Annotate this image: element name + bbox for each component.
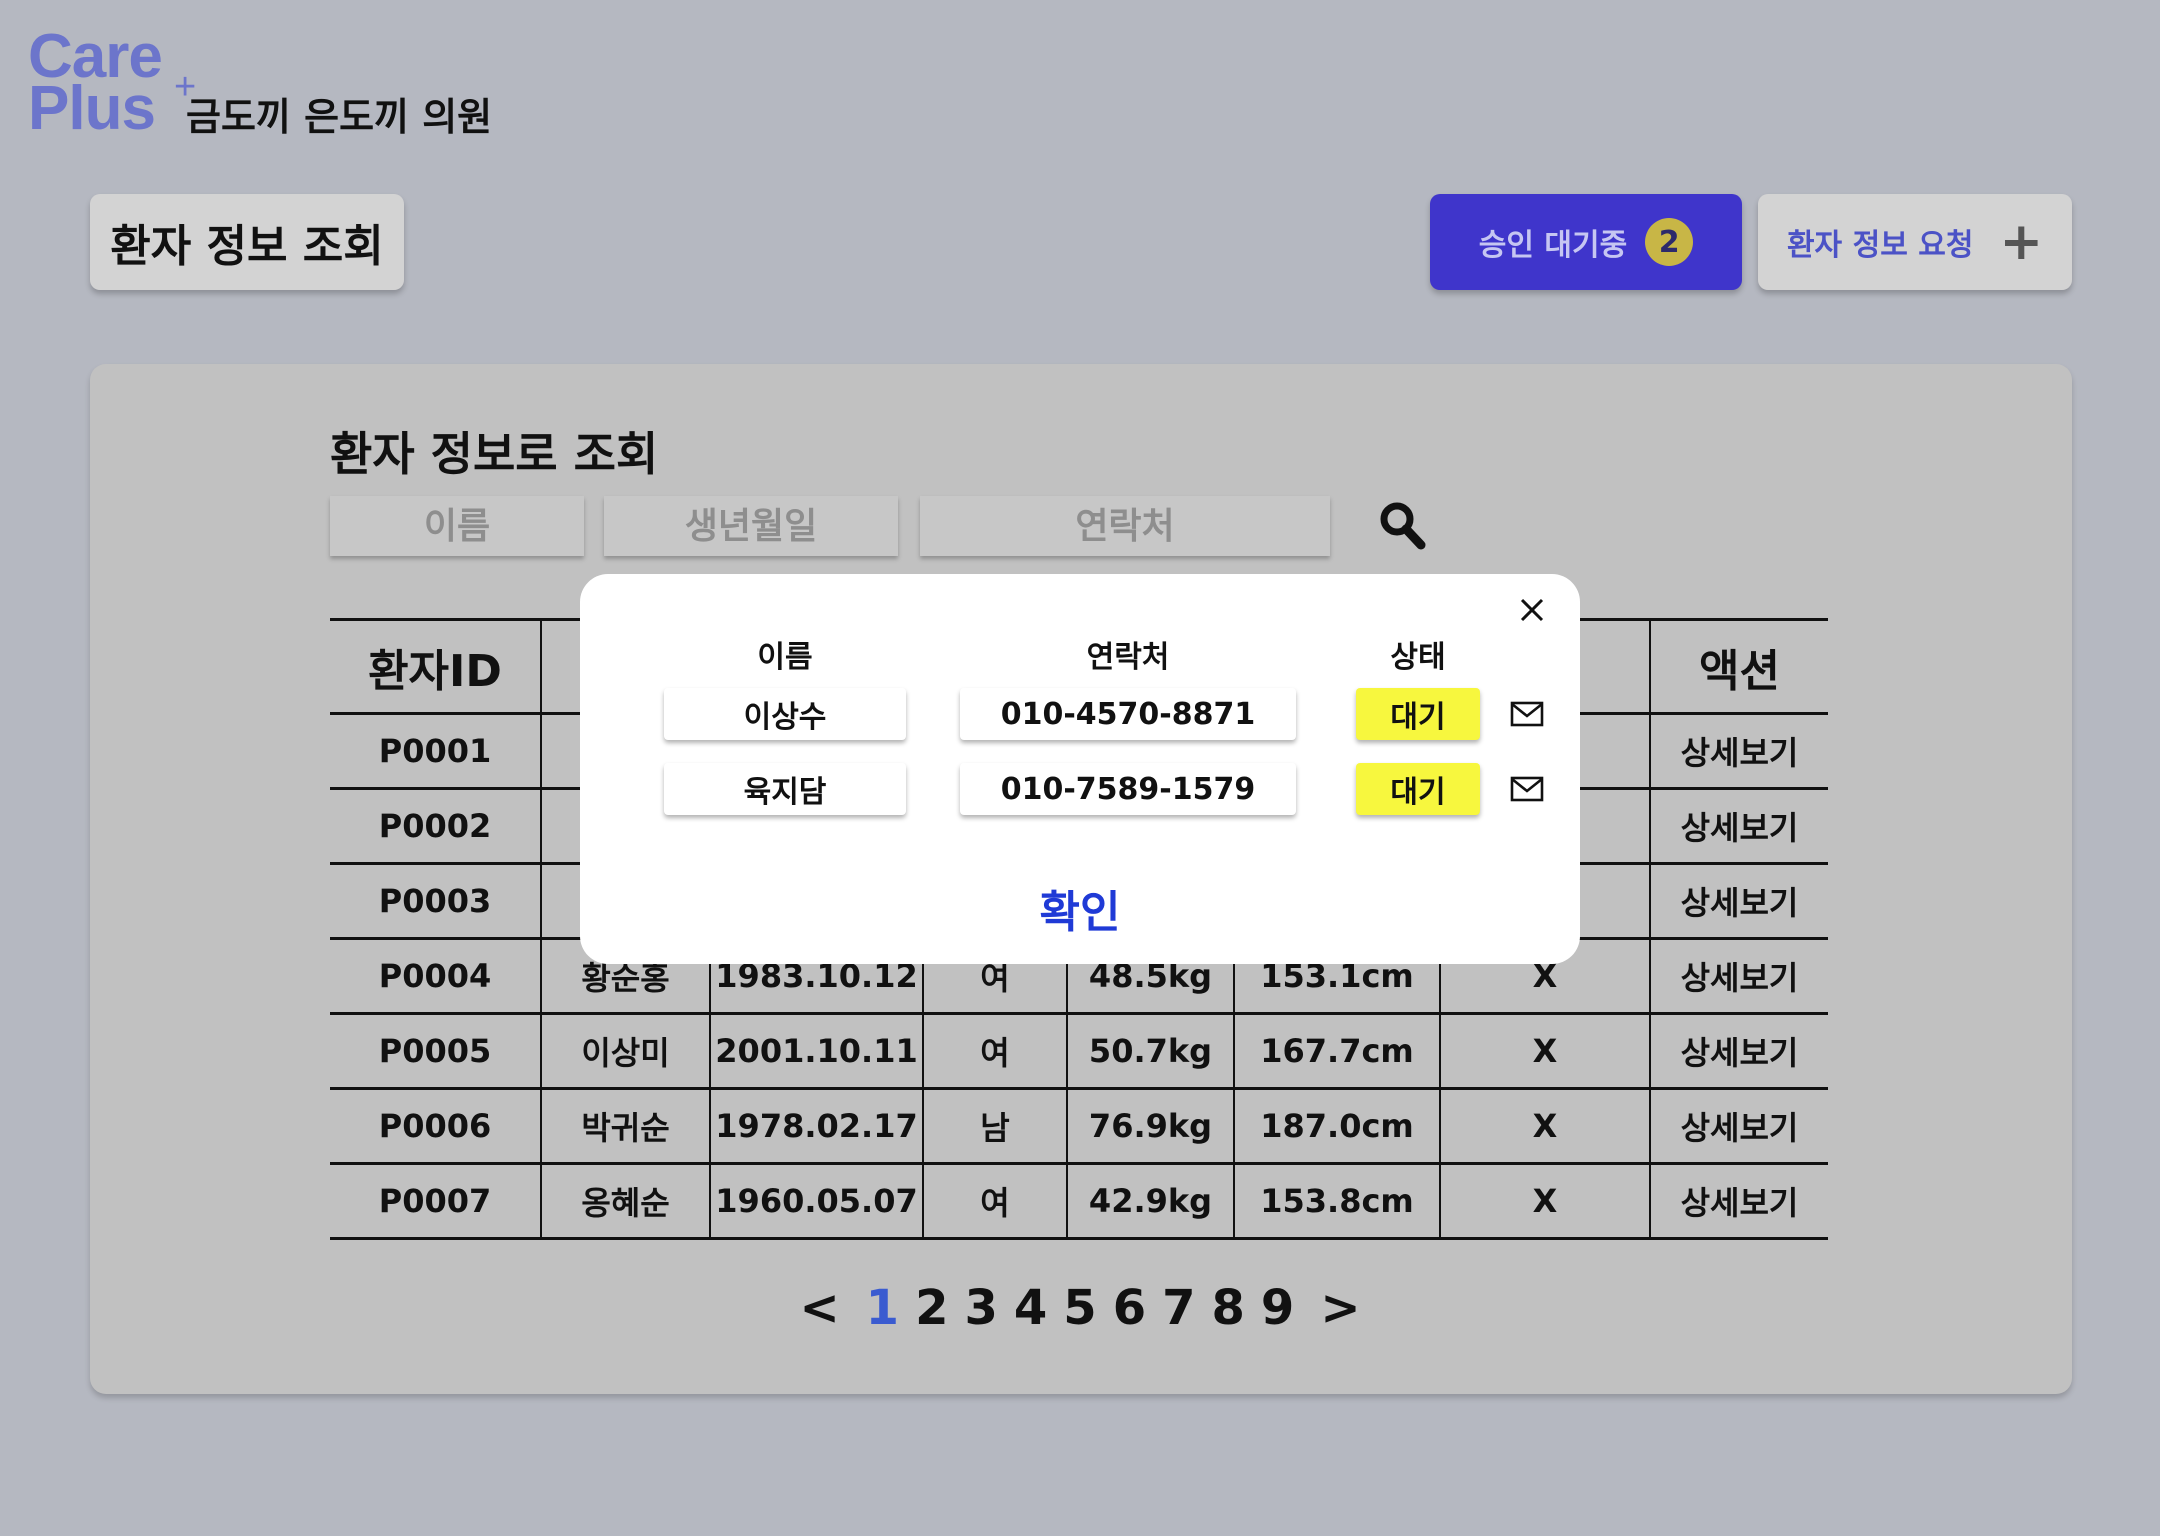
table-row: P0007 옹혜순 1960.05.07 여 42.9kg 153.8cm X … [330,1162,1828,1240]
table-cell: 이상미 [540,1012,711,1090]
table-row: P0006 박귀순 1978.02.17 남 76.9kg 187.0cm X … [330,1087,1828,1165]
column-header: 액션 [1649,618,1828,715]
request-patient-info-label: 환자 정보 요청 [1786,228,1974,263]
close-icon[interactable] [1512,590,1552,630]
search-icon[interactable] [1378,500,1426,550]
request-name: 육지담 [664,763,906,815]
table-cell: P0005 [330,1012,542,1090]
table-cell: 2001.10.11 [709,1012,924,1090]
page-number[interactable]: 8 [1208,1280,1249,1336]
table-cell: 남 [922,1087,1068,1165]
page-number[interactable]: 2 [911,1280,952,1336]
page-number[interactable]: 9 [1257,1280,1298,1336]
table-cell: 187.0cm [1233,1087,1441,1165]
detail-link[interactable]: 상세보기 [1649,937,1828,1015]
request-name: 이상수 [664,688,906,740]
pagination: < 1 2 3 4 5 6 7 8 9 > [0,1280,2160,1336]
page-number[interactable]: 6 [1109,1280,1150,1336]
detail-link[interactable]: 상세보기 [1649,787,1828,865]
table-row: P0005 이상미 2001.10.11 여 50.7kg 167.7cm X … [330,1012,1828,1090]
page-number[interactable]: 4 [1010,1280,1051,1336]
request-phone: 010-4570-8871 [960,688,1296,740]
page-number[interactable]: 5 [1059,1280,1100,1336]
pending-count-badge: 2 [1645,218,1694,266]
table-cell: 여 [922,1162,1068,1240]
detail-link[interactable]: 상세보기 [1649,1012,1828,1090]
mail-icon[interactable] [1510,701,1544,727]
table-cell: 여 [922,1012,1068,1090]
table-cell: P0007 [330,1162,542,1240]
modal-header-name: 이름 [757,640,813,675]
page-number[interactable]: 7 [1158,1280,1199,1336]
page-number-current[interactable]: 1 [862,1280,903,1336]
logo-plus-text: Plus [28,74,156,143]
request-patient-info-button[interactable]: 환자 정보 요청 + [1758,194,2072,290]
modal-header-status: 상태 [1390,640,1446,675]
table-cell: X [1439,1087,1651,1165]
next-page-button[interactable]: > [1306,1280,1374,1336]
page-number[interactable]: 3 [960,1280,1001,1336]
phone-search-input[interactable] [920,496,1330,556]
name-search-input[interactable] [330,496,584,556]
careplus-logo: Care Plus + [28,26,196,140]
detail-link[interactable]: 상세보기 [1649,1087,1828,1165]
page-title[interactable]: 환자 정보 조회 [90,194,404,290]
status-badge: 대기 [1356,763,1480,815]
table-cell: 박귀순 [540,1087,711,1165]
prev-page-button[interactable]: < [785,1280,853,1336]
plus-icon: + [1999,212,2044,272]
table-cell: 167.7cm [1233,1012,1441,1090]
mail-icon[interactable] [1510,776,1544,802]
pending-approval-modal: 이름 연락처 상태 이상수 010-4570-8871 대기 육지담 010-7… [580,574,1580,964]
status-badge: 대기 [1356,688,1480,740]
table-cell: P0006 [330,1087,542,1165]
table-cell: P0002 [330,787,542,865]
modal-header-phone: 연락처 [1086,640,1170,675]
column-header: 환자ID [330,618,542,715]
search-section-title: 환자 정보로 조회 [330,427,659,481]
table-cell: P0001 [330,712,542,790]
detail-link[interactable]: 상세보기 [1649,1162,1828,1240]
birthdate-search-input[interactable] [604,496,898,556]
table-cell: 50.7kg [1066,1012,1235,1090]
confirm-button[interactable]: 확인 [980,876,1180,938]
request-phone: 010-7589-1579 [960,763,1296,815]
table-cell: X [1439,1012,1651,1090]
clinic-name: 금도끼 은도끼 의원 [186,95,493,139]
pending-approval-button[interactable]: 승인 대기중 2 [1430,194,1742,290]
detail-link[interactable]: 상세보기 [1649,862,1828,940]
table-cell: P0003 [330,862,542,940]
table-cell: 1978.02.17 [709,1087,924,1165]
table-cell: X [1439,1162,1651,1240]
table-cell: P0004 [330,937,542,1015]
table-cell: 옹혜순 [540,1162,711,1240]
table-cell: 42.9kg [1066,1162,1235,1240]
detail-link[interactable]: 상세보기 [1649,712,1828,790]
pending-approval-label: 승인 대기중 [1478,228,1628,263]
table-cell: 76.9kg [1066,1087,1235,1165]
table-cell: 1960.05.07 [709,1162,924,1240]
table-cell: 153.8cm [1233,1162,1441,1240]
